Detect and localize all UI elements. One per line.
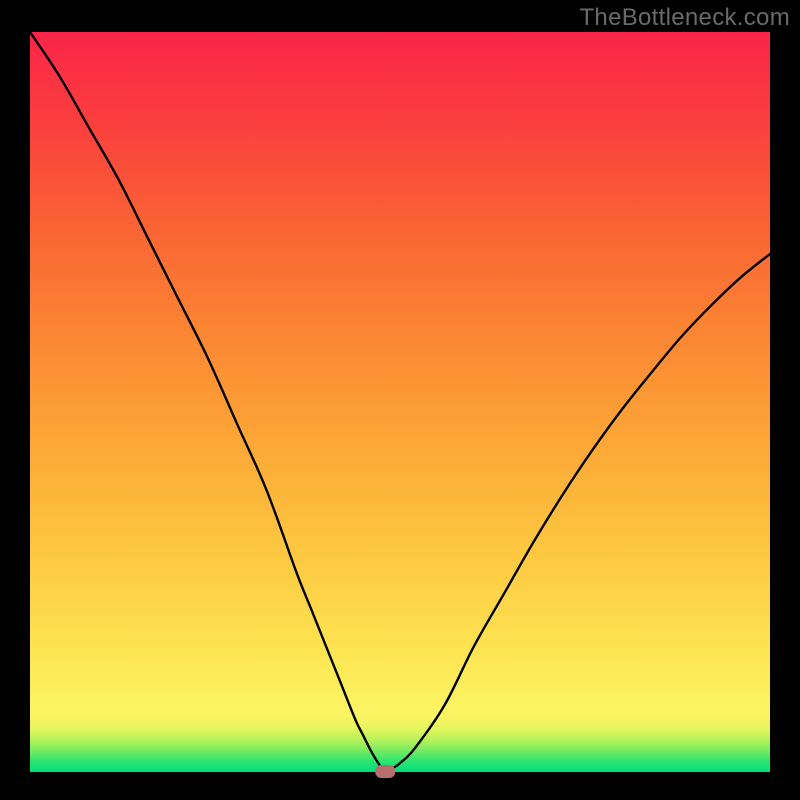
plot-background-gradient	[30, 32, 770, 772]
watermark-text: TheBottleneck.com	[579, 4, 790, 32]
bottleneck-chart	[0, 0, 800, 800]
chart-container: TheBottleneck.com	[0, 0, 800, 800]
ideal-point-marker	[375, 765, 395, 778]
